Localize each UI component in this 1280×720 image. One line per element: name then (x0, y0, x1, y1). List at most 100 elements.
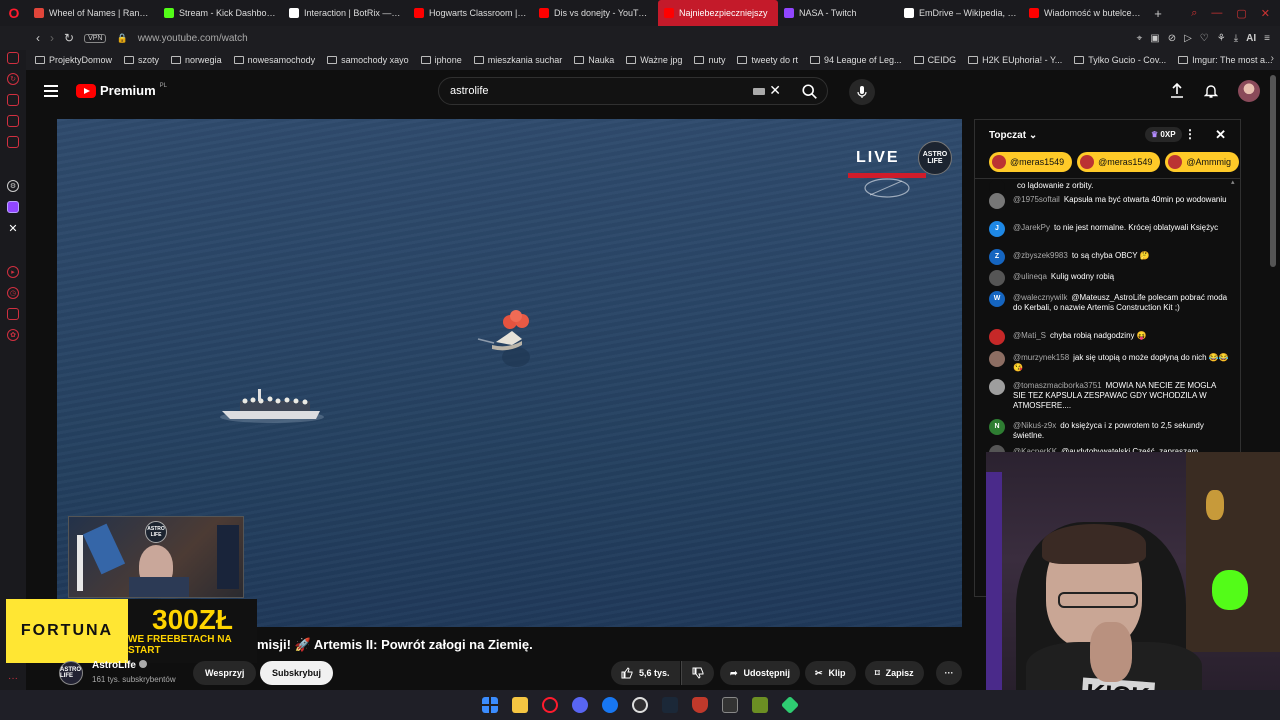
browser-tab[interactable]: Najniebezpieczniejszy (658, 0, 778, 26)
terminal-icon[interactable] (722, 697, 738, 713)
browser-tab[interactable]: Hogwarts Classroom | Ha (408, 0, 533, 26)
youtube-logo[interactable]: Premium PL (76, 83, 167, 98)
bookmark-icon[interactable]: ♡ (1200, 33, 1209, 44)
chat-author[interactable]: @Mati_S (1013, 331, 1046, 340)
chat-author[interactable]: @walecznywilk (1013, 293, 1067, 302)
messages-icon[interactable] (7, 115, 19, 127)
bookmark-item[interactable]: samochody xayo (327, 55, 409, 65)
forward-icon[interactable]: › (50, 31, 54, 45)
opera-menu-icon[interactable]: O (0, 0, 28, 26)
bookmark-item[interactable]: Ważne jpg (626, 55, 682, 65)
channel-name-wrap[interactable]: AstroLife (92, 660, 147, 671)
reload-icon[interactable]: ↻ (64, 31, 74, 45)
url-field[interactable]: www.youtube.com/watch (138, 33, 248, 44)
pin-icon[interactable]: ⌖ (1137, 33, 1143, 44)
facebook-icon[interactable] (602, 697, 618, 713)
chat-author[interactable]: @JarekPy (1013, 223, 1050, 232)
download-icon[interactable]: ⤓ (1234, 33, 1238, 44)
keyboard-icon[interactable] (753, 88, 765, 95)
share-button[interactable]: ➦ Udostępnij (720, 661, 801, 685)
chat-author[interactable]: @ulineqa (1013, 272, 1047, 281)
bookmark-item[interactable]: 94 League of Leg... (809, 55, 902, 65)
bookmark-item[interactable]: Imgur: The most a... (1178, 55, 1273, 65)
bookmark-item[interactable]: nuty (694, 55, 725, 65)
clock-icon[interactable]: ◷ (7, 287, 19, 299)
x-icon[interactable]: ✕ (7, 222, 19, 235)
chat-avatar[interactable] (989, 329, 1005, 345)
guide-menu-icon[interactable] (44, 85, 58, 97)
upload-icon[interactable] (1170, 83, 1184, 99)
chat-avatar[interactable]: W (989, 291, 1005, 307)
search-input[interactable] (450, 85, 740, 97)
chat-scroll-up-icon[interactable]: ▴ (1231, 178, 1236, 186)
file-explorer-icon[interactable] (512, 697, 528, 713)
vpn-badge[interactable]: VPN (84, 33, 107, 43)
channel-avatar[interactable]: ASTRO LIFE (59, 661, 83, 685)
chat-avatar[interactable]: Z (989, 249, 1005, 265)
bookmark-item[interactable]: mieszkania suchar (473, 55, 562, 65)
extensions-icon[interactable]: ⚘ (1217, 33, 1226, 44)
minimize-icon[interactable]: — (1211, 7, 1222, 19)
tabs-icon[interactable] (7, 308, 19, 320)
subscribe-button[interactable]: Subskrybuj (260, 661, 334, 685)
bookmark-item[interactable]: Nauka (574, 55, 614, 65)
browser-tab[interactable]: Dis vs donejty - YouTube (533, 0, 658, 26)
chat-close-icon[interactable]: ✕ (1215, 127, 1226, 143)
chat-author[interactable]: @tomaszmaciborka3751 (1013, 381, 1102, 390)
xp-badge[interactable]: ♛ 0XP (1145, 127, 1182, 142)
wallet-icon[interactable] (7, 94, 19, 106)
chat-author[interactable]: @Nikuś-z9x (1013, 421, 1056, 430)
new-tab-icon[interactable]: + (1148, 6, 1168, 21)
antivirus-icon[interactable] (692, 697, 708, 713)
browser-tab[interactable]: Stream - Kick Dashboard (158, 0, 283, 26)
chatgpt-icon[interactable]: ⚙ (7, 180, 19, 192)
app-icon[interactable] (780, 695, 800, 715)
voice-search-icon[interactable] (849, 79, 875, 105)
chat-avatar[interactable] (989, 379, 1005, 395)
history-icon[interactable]: ↻ (7, 73, 19, 85)
clear-search-icon[interactable]: ✕ (769, 82, 781, 99)
chat-avatar[interactable]: N (989, 419, 1005, 435)
maximize-icon[interactable]: ▢ (1236, 7, 1246, 20)
opera-icon[interactable] (542, 697, 558, 713)
ai-button[interactable]: AI (1246, 33, 1256, 44)
chat-avatar[interactable] (989, 351, 1005, 367)
menu-icon[interactable]: ≡ (1264, 33, 1270, 44)
chat-avatar[interactable] (989, 193, 1005, 209)
bookmark-item[interactable]: tweety do rt (737, 55, 798, 65)
dislike-button[interactable] (681, 661, 714, 685)
search-icon[interactable] (801, 83, 819, 101)
support-button[interactable]: Wesprzyj (193, 661, 257, 685)
chat-avatar[interactable] (989, 270, 1005, 286)
chat-author[interactable]: @zbyszek9983 (1013, 251, 1068, 260)
chat-author[interactable]: @murzynek158 (1013, 353, 1069, 362)
channel-name[interactable]: AstroLife (92, 660, 136, 671)
browser-tab[interactable]: Wiadomość w butelce - Y (1023, 0, 1148, 26)
chat-mode-dropdown[interactable]: Topczat ⌄ (989, 130, 1037, 141)
browser-tab[interactable]: NASA - Twitch (778, 0, 898, 26)
settings-icon[interactable]: ✿ (7, 329, 19, 341)
chat-more-icon[interactable]: ⋮ (1184, 127, 1196, 141)
browser-tab[interactable]: EmDrive – Wikipedia, woln (898, 0, 1023, 26)
bookmark-item[interactable]: iphone (420, 55, 462, 65)
close-window-icon[interactable]: ✕ (1261, 7, 1270, 20)
bookmarks-overflow-icon[interactable]: › (1271, 53, 1274, 64)
back-icon[interactable]: ‹ (36, 31, 40, 45)
bookmark-item[interactable]: H2K EUphoria! - Y... (968, 55, 1062, 65)
player-icon[interactable]: ▷ (1184, 33, 1192, 44)
player-sidebar-icon[interactable]: ▸ (7, 266, 19, 278)
like-button[interactable]: 5,6 tys. (611, 661, 680, 685)
super-chat-ticker[interactable]: @meras1549 (1077, 152, 1161, 172)
bookmark-item[interactable]: nowesamochody (233, 55, 315, 65)
twitch-icon[interactable] (7, 201, 19, 213)
bookmark-item[interactable]: CEIDG (913, 55, 956, 65)
browser-tab[interactable]: Interaction | BotRix — Cl (283, 0, 408, 26)
more-actions-button[interactable]: ··· (936, 661, 962, 685)
minecraft-icon[interactable] (752, 697, 768, 713)
account-avatar[interactable] (1238, 80, 1260, 102)
search-tabs-icon[interactable]: ⌕ (1191, 7, 1197, 20)
bookmark-item[interactable]: Tylko Gucio - Cov... (1074, 55, 1166, 65)
obs-icon[interactable] (632, 697, 648, 713)
bookmark-item[interactable]: ProjektyDomow (35, 55, 112, 65)
youtube-icon[interactable] (7, 136, 19, 148)
